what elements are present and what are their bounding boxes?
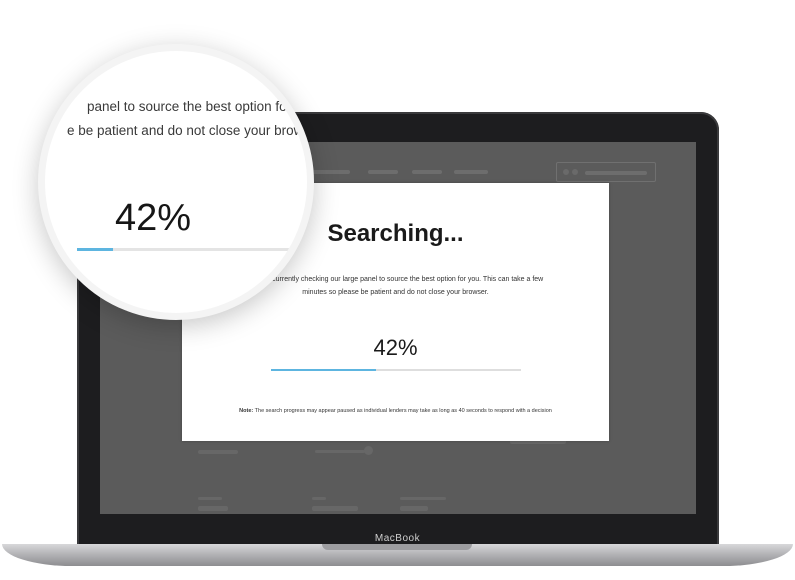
background-text bbox=[198, 497, 222, 500]
background-nav-item bbox=[454, 170, 488, 174]
background-text bbox=[312, 506, 358, 511]
background-text bbox=[400, 506, 428, 511]
magnifier-progress-bar bbox=[77, 248, 307, 251]
background-slider-handle bbox=[364, 446, 373, 455]
note-text: The search progress may appear paused as… bbox=[254, 408, 552, 414]
android-icon bbox=[572, 169, 578, 175]
progress-note: Note: The search progress may appear pau… bbox=[182, 408, 609, 414]
apple-icon bbox=[563, 169, 569, 175]
progress-bar bbox=[271, 369, 521, 371]
background-text bbox=[198, 450, 238, 454]
background-download-button bbox=[556, 162, 656, 182]
laptop-brand-label: MacBook bbox=[374, 533, 421, 544]
magnifier-text-line: panel to source the best option fo bbox=[87, 99, 287, 114]
magnifier-percent: 42% bbox=[115, 197, 192, 239]
progress-bar-fill bbox=[271, 369, 376, 371]
progress-percent: 42% bbox=[373, 335, 418, 360]
laptop-notch bbox=[322, 544, 472, 550]
background-slider bbox=[315, 450, 365, 453]
note-label: Note: bbox=[239, 408, 254, 414]
magnifier-progress-bar-fill bbox=[77, 248, 114, 251]
background-nav-item bbox=[412, 170, 442, 174]
magnifier-circle: panel to source the best option fo e be … bbox=[38, 44, 314, 320]
background-nav-item bbox=[368, 170, 398, 174]
modal-message-line: minutes so please be patient and do not … bbox=[302, 289, 489, 296]
background-text bbox=[312, 497, 326, 500]
background-download-text bbox=[585, 171, 647, 175]
background-text bbox=[198, 506, 228, 511]
background-text bbox=[400, 497, 446, 500]
magnifier-text-line: e be patient and do not close your brows bbox=[67, 123, 311, 138]
